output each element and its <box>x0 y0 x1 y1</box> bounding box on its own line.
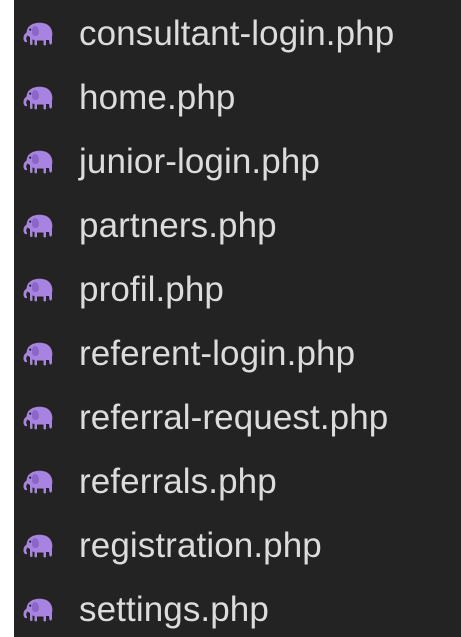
php-elephant-icon <box>23 342 53 366</box>
file-item-settings[interactable]: settings.php <box>14 578 461 637</box>
file-item-home[interactable]: home.php <box>14 66 461 130</box>
file-name: referrals.php <box>79 462 277 501</box>
file-name: referral-request.php <box>79 398 389 437</box>
file-item-referral-request[interactable]: referral-request.php <box>14 386 461 450</box>
file-item-junior-login[interactable]: junior-login.php <box>14 130 461 194</box>
file-name: home.php <box>79 78 236 117</box>
php-elephant-icon <box>23 214 53 238</box>
file-item-referent-login[interactable]: referent-login.php <box>14 322 461 386</box>
file-name: referent-login.php <box>79 334 356 373</box>
file-item-profil[interactable]: profil.php <box>14 258 461 322</box>
php-elephant-icon <box>23 598 53 622</box>
php-elephant-icon <box>23 278 53 302</box>
php-elephant-icon <box>23 22 53 46</box>
php-elephant-icon <box>23 150 53 174</box>
php-elephant-icon <box>23 534 53 558</box>
file-explorer-panel: consultant-login.php home.php junior-log… <box>14 0 461 637</box>
file-item-partners[interactable]: partners.php <box>14 194 461 258</box>
file-item-referrals[interactable]: referrals.php <box>14 450 461 514</box>
file-item-registration[interactable]: registration.php <box>14 514 461 578</box>
php-elephant-icon <box>23 86 53 110</box>
file-name: partners.php <box>79 206 277 245</box>
php-elephant-icon <box>23 406 53 430</box>
file-name: profil.php <box>79 270 224 309</box>
file-name: registration.php <box>79 526 322 565</box>
file-item-consultant-login[interactable]: consultant-login.php <box>14 2 461 66</box>
file-name: consultant-login.php <box>79 14 395 53</box>
file-name: settings.php <box>79 590 269 629</box>
file-name: junior-login.php <box>79 142 320 181</box>
php-elephant-icon <box>23 470 53 494</box>
